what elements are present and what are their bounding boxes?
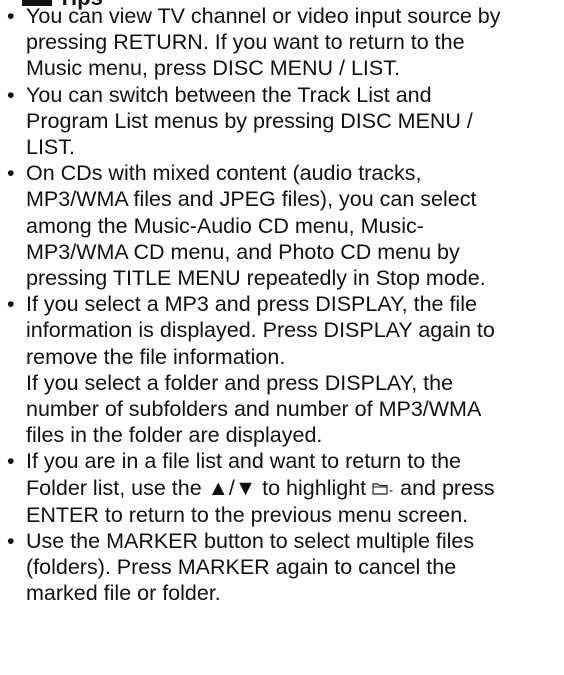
tip-line: information is displayed. Press DISPLAY … <box>26 318 495 343</box>
tip-paragraph: You can view TV channel or video input s… <box>26 3 560 82</box>
tip-line: among the Music-Audio CD menu, Music- <box>26 213 424 238</box>
tip-line: marked file or folder. <box>26 581 221 606</box>
folder-up-icon <box>372 476 394 502</box>
bullet: • <box>7 161 15 186</box>
tip-item: • You can switch between the Track List a… <box>0 82 560 161</box>
tip-line-trailing: and press <box>400 475 495 500</box>
tip-paragraph: Use the MARKER button to select multiple… <box>26 528 560 607</box>
tip-line: number of subfolders and number of MP3/W… <box>26 397 482 422</box>
tip-paragraph: If you select a MP3 and press DISPLAY, t… <box>26 291 560 370</box>
tip-item: • If you select a MP3 and press DISPLAY, … <box>0 291 560 448</box>
tip-line: You can view TV channel or video input s… <box>26 4 501 28</box>
tip-line: MP3/WMA files and JPEG files), you can s… <box>26 187 477 212</box>
tip-line: ENTER to return to the previous menu scr… <box>26 502 469 527</box>
tip-line: Use the MARKER button to select multiple… <box>26 529 475 554</box>
tip-line: You can switch between the Track List an… <box>26 82 432 107</box>
tip-line: remove the file information. <box>26 344 286 369</box>
bullet: • <box>7 529 15 554</box>
tip-line: MP3/WMA CD menu, and Photo CD menu by <box>26 239 460 264</box>
tip-line: pressing TITLE MENU repeatedly in Stop m… <box>26 266 486 291</box>
tip-paragraph: You can switch between the Track List an… <box>26 82 560 161</box>
tip-line: On CDs with mixed content (audio tracks, <box>26 161 422 186</box>
tip-line: If you are in a file list and want to re… <box>26 449 462 474</box>
tip-line: pressing RETURN. If you want to return t… <box>26 30 465 55</box>
tips-list: • You can view TV channel or video input … <box>0 3 560 607</box>
tip-line: LIST. <box>26 135 75 160</box>
tip-line: If you select a MP3 and press DISPLAY, t… <box>26 292 477 317</box>
tip-line: Music menu, press DISC MENU / LIST. <box>26 56 400 81</box>
bullet: • <box>7 292 15 317</box>
tip-item: • If you are in a file list and want to r… <box>0 448 560 528</box>
tip-item: • Use the MARKER button to select multipl… <box>0 528 560 607</box>
tip-line: (folders). Press MARKER again to cancel … <box>26 555 457 580</box>
tip-paragraph: On CDs with mixed content (audio tracks,… <box>26 160 560 291</box>
manual-page: Tips •You can view TV channel or video i… <box>0 0 564 675</box>
tip-paragraph: If you select a folder and press DISPLAY… <box>26 370 560 449</box>
tip-line: Folder list, use the ▲/▼ to highlight <box>26 475 367 500</box>
tip-item: • You can view TV channel or video input … <box>0 3 560 82</box>
tip-line: Program List menus by pressing DISC MENU… <box>26 108 473 133</box>
tip-line: files in the folder are displayed. <box>26 423 323 448</box>
bullet: • <box>7 82 15 107</box>
tip-item: • On CDs with mixed content (audio tracks… <box>0 160 560 291</box>
bullet: • <box>7 449 15 474</box>
bullet: • <box>7 4 15 28</box>
tip-line: If you select a folder and press DISPLAY… <box>26 370 454 395</box>
tip-paragraph: If you are in a file list and want to re… <box>26 448 560 528</box>
